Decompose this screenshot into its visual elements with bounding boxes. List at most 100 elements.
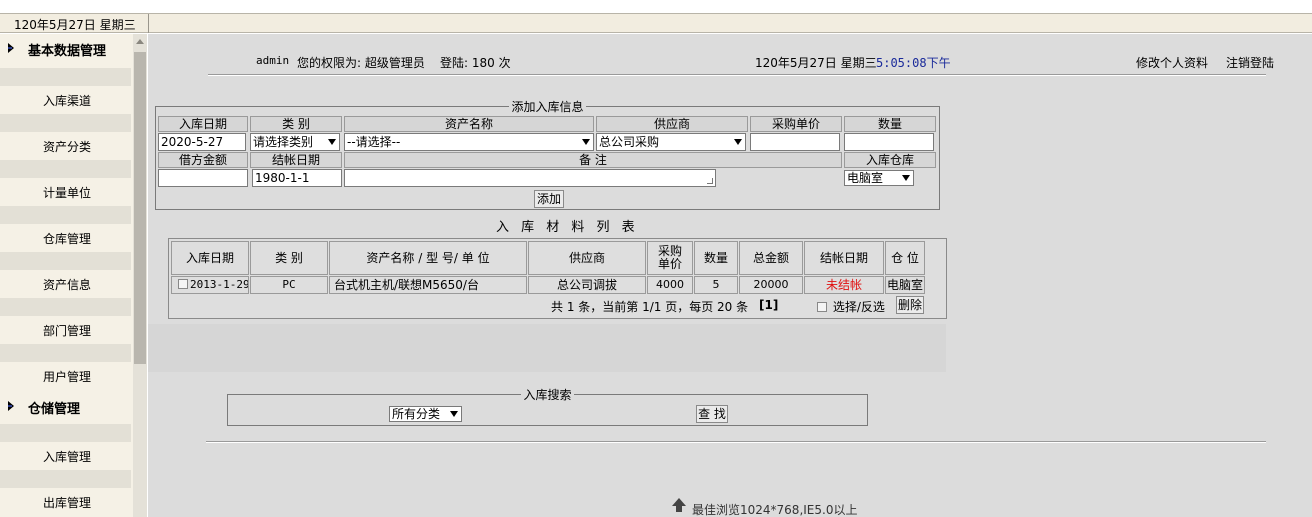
col-category: 类 别 <box>250 241 328 275</box>
search-button[interactable]: 查 找 <box>696 405 728 423</box>
header-divider <box>208 74 1266 76</box>
col-unit-price: 采购单价 <box>647 241 693 275</box>
sidebar-divider <box>0 470 131 488</box>
col-total: 总金额 <box>739 241 803 275</box>
warehouse-select[interactable]: 电脑室 <box>844 170 914 186</box>
delete-button[interactable]: 删除 <box>896 296 924 314</box>
col-quantity: 数量 <box>694 241 738 275</box>
asset-select[interactable]: --请选择-- <box>344 133 594 151</box>
sidebar-item-stock-out[interactable]: 出库管理 <box>0 490 131 514</box>
resize-grip-icon[interactable] <box>707 178 713 184</box>
main-content: admin 您的权限为: 超级管理员 登陆: 180 次 120年5月27日 星… <box>148 34 1312 517</box>
table-row[interactable]: 2013-1-29 <box>171 276 249 294</box>
sidebar-item-stock-in[interactable]: 入库管理 <box>0 444 131 468</box>
logout-link[interactable]: 注销登陆 <box>1226 54 1274 71</box>
search-panel: 入库搜索 <box>227 386 868 426</box>
add-panel-legend: 添加入库信息 <box>511 100 584 114</box>
sidebar-item-label: 计量单位 <box>43 186 92 200</box>
header-debit-amount: 借方金额 <box>158 152 248 168</box>
settle-date-input[interactable]: 1980-1-1 <box>252 169 342 187</box>
edit-profile-link[interactable]: 修改个人资料 <box>1136 54 1208 71</box>
col-settle-date: 结帐日期 <box>804 241 884 275</box>
header-date: 120年5月27日 星期三 <box>755 56 877 70</box>
sidebar-item-user[interactable]: 用户管理 <box>0 364 131 388</box>
warehouse-select-value: 电脑室 <box>847 171 884 185</box>
row-checkbox[interactable] <box>178 279 188 289</box>
select-all-checkbox[interactable] <box>817 302 827 312</box>
permission-text: 您的权限为: 超级管理员 <box>297 56 425 70</box>
row-asset: 台式机主机/联想M5650/台 <box>329 276 527 294</box>
footer-divider <box>206 441 1266 443</box>
footer-text: 最佳浏览1024*768,IE5.0以上 <box>692 503 858 517</box>
sidebar-item-label: 用户管理 <box>43 370 92 384</box>
pager-page-link[interactable]: [1] <box>759 298 778 312</box>
add-button[interactable]: 添加 <box>534 190 564 208</box>
sidebar-divider <box>0 114 131 132</box>
header-clock: 5:05:08下午 <box>876 56 951 70</box>
remark-textarea[interactable] <box>344 169 716 187</box>
sidebar-item-department[interactable]: 部门管理 <box>0 318 131 342</box>
col-asset: 资产名称 / 型 号/ 单 位 <box>329 241 527 275</box>
header-warehouse: 入库仓库 <box>844 152 936 168</box>
back-to-top-icon[interactable] <box>672 498 686 512</box>
top-date-bar: 120年5月27日 星期三 <box>0 13 1312 33</box>
arrow-icon <box>8 401 14 411</box>
stock-in-list: 入库日期 类 别 资产名称 / 型 号/ 单 位 供应商 采购单价 数量 总金额… <box>168 238 947 319</box>
stock-date-input[interactable]: 2020-5-27 <box>158 133 246 151</box>
top-divider <box>148 14 149 33</box>
sidebar-divider <box>0 424 131 442</box>
search-legend: 入库搜索 <box>523 388 572 402</box>
header-asset-name: 资产名称 <box>344 116 594 132</box>
sidebar-item-label: 出库管理 <box>43 496 92 510</box>
sidebar-item-label: 入库渠道 <box>43 94 92 108</box>
sidebar-item-label: 入库管理 <box>43 450 92 464</box>
login-count: 登陆: 180 次 <box>440 56 511 70</box>
dropdown-arrow-icon <box>734 139 742 145</box>
sidebar-group-label: 基本数据管理 <box>28 44 107 59</box>
dropdown-arrow-icon <box>450 411 458 417</box>
sidebar-divider <box>0 298 131 316</box>
sidebar-item-category[interactable]: 资产分类 <box>0 134 131 158</box>
list-title: 入 库 材 料 列 表 <box>496 220 639 235</box>
header-supplier: 供应商 <box>596 116 748 132</box>
select-all-toggle[interactable]: 选择/反选 <box>817 298 885 315</box>
sidebar-item-channel[interactable]: 入库渠道 <box>0 88 131 112</box>
row-date: 2013-1-29 <box>190 278 249 291</box>
header-settle-date: 结帐日期 <box>250 152 342 168</box>
category-select-value: 请选择类别 <box>253 135 314 149</box>
sidebar-scroll-thumb[interactable] <box>134 52 146 364</box>
row-supplier: 总公司调拔 <box>528 276 646 294</box>
sidebar-item-unit[interactable]: 计量单位 <box>0 180 131 204</box>
unit-price-input[interactable] <box>750 133 840 151</box>
sidebar-divider <box>0 206 131 224</box>
asset-select-value: --请选择-- <box>347 135 401 149</box>
sidebar-group-label: 仓储管理 <box>28 402 81 417</box>
current-user: admin <box>256 54 290 67</box>
header-remark: 备 注 <box>344 152 842 168</box>
sidebar-item-warehouse[interactable]: 仓库管理 <box>0 226 131 250</box>
sidebar-item-asset-info[interactable]: 资产信息 <box>0 272 131 296</box>
quantity-input[interactable] <box>844 133 934 151</box>
sidebar-group-storage[interactable]: 仓储管理 <box>0 396 131 420</box>
sidebar-item-label: 资产信息 <box>43 278 92 292</box>
row-settle-status: 未结帐 <box>804 276 884 294</box>
top-date: 120年5月27日 星期三 <box>14 18 136 32</box>
dropdown-arrow-icon <box>902 175 910 181</box>
sidebar-item-label: 部门管理 <box>43 324 92 338</box>
category-select[interactable]: 请选择类别 <box>250 133 340 151</box>
header-category: 类 别 <box>250 116 342 132</box>
sidebar-item-label: 仓库管理 <box>43 232 92 246</box>
search-category-select[interactable]: 所有分类 <box>389 406 462 422</box>
sidebar-divider <box>0 68 131 86</box>
scroll-up-arrow-icon[interactable] <box>134 36 146 48</box>
dropdown-arrow-icon <box>328 139 336 145</box>
sidebar-group-basic-data[interactable]: 基本数据管理 <box>0 38 131 62</box>
supplier-select[interactable]: 总公司采购 <box>596 133 746 151</box>
row-total: 20000 <box>739 276 803 294</box>
row-price: 4000 <box>647 276 693 294</box>
list-footer-area <box>148 324 946 372</box>
dropdown-arrow-icon <box>582 139 590 145</box>
row-warehouse: 电脑室 <box>885 276 925 294</box>
debit-amount-input[interactable] <box>158 169 248 187</box>
header-unit-price: 采购单价 <box>750 116 842 132</box>
